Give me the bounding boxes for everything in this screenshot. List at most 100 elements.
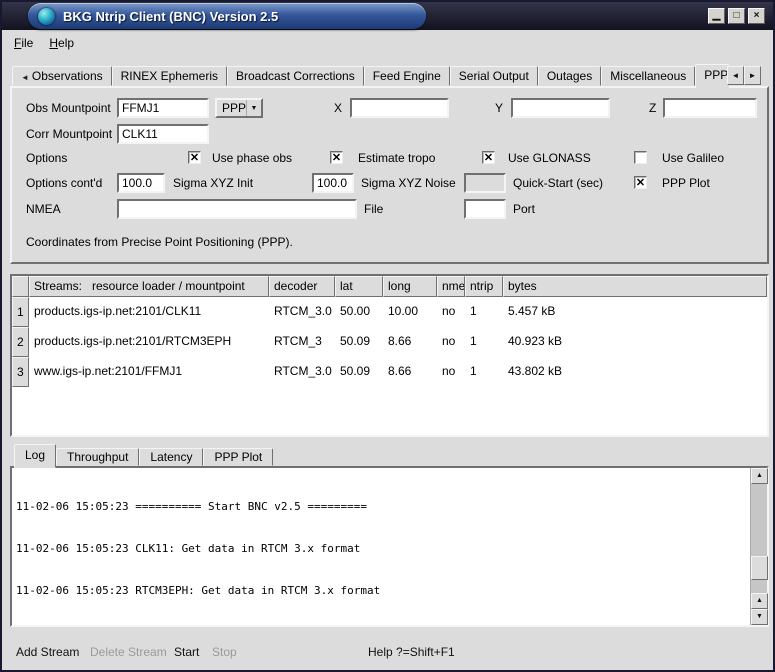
nmea-file-input[interactable] (117, 199, 357, 219)
tab-broadcast-corrections[interactable]: Broadcast Corrections (227, 66, 364, 86)
y-input[interactable] (511, 98, 610, 118)
cell-long: 10.00 (383, 297, 437, 327)
maximize-button[interactable]: □ (728, 8, 745, 24)
menu-help[interactable]: Help (41, 33, 82, 53)
obs-mountpoint-label: Obs Mountpoint (26, 98, 111, 118)
tab-overflow-left-icon: ◄ (21, 73, 29, 82)
use-galileo-checkbox[interactable] (634, 151, 647, 164)
start-button[interactable]: Start (174, 642, 199, 662)
cell-decoder: RTCM_3.0 (269, 297, 335, 327)
header-ntrip[interactable]: ntrip (465, 276, 503, 297)
tab-label: Serial Output (459, 69, 529, 83)
cell-ntrip: 1 (465, 327, 503, 357)
delete-stream-button[interactable]: Delete Stream (90, 642, 167, 662)
tab-log[interactable]: Log (14, 444, 56, 468)
header-decoder[interactable]: decoder (269, 276, 335, 297)
close-button[interactable]: × (748, 8, 765, 24)
row-number: 1 (12, 297, 29, 327)
minimize-button[interactable]: ▁ (708, 8, 725, 24)
stream-row[interactable]: 1 products.igs-ip.net:2101/CLK11 RTCM_3.… (12, 297, 767, 327)
ppp-mode-select[interactable]: PPP ▼ (215, 98, 263, 118)
corr-mountpoint-input[interactable] (117, 124, 209, 144)
estimate-tropo-label: Estimate tropo (358, 148, 435, 168)
header-nmea[interactable]: nmea (437, 276, 465, 297)
app-globe-icon (38, 8, 55, 25)
streams-table: Streams: resource loader / mountpoint de… (10, 274, 769, 437)
log-line: 11-02-06 15:05:23 RTCM3EPH: Get data in … (16, 584, 747, 598)
header-lat[interactable]: lat (335, 276, 383, 297)
header-bytes[interactable]: bytes (503, 276, 767, 297)
nmea-label: NMEA (26, 199, 61, 219)
use-galileo-label: Use Galileo (662, 148, 724, 168)
tab-throughput[interactable]: Throughput (56, 448, 139, 466)
sigma-xyz-noise-input[interactable] (312, 173, 354, 193)
combo-arrow-icon: ▼ (246, 100, 261, 116)
tab-label: Feed Engine (373, 69, 441, 83)
estimate-tropo-checkbox[interactable]: ✕ (330, 151, 343, 164)
corr-mountpoint-label: Corr Mountpoint (26, 124, 112, 144)
x-input[interactable] (350, 98, 449, 118)
tab-latency[interactable]: Latency (139, 448, 203, 466)
z-input[interactable] (663, 98, 757, 118)
sigma-xyz-init-input[interactable] (117, 173, 165, 193)
tab-scroll-left-icon[interactable]: ◄ (727, 66, 744, 85)
log-scrollbar[interactable]: ▲ ▲ ▼ (750, 468, 767, 625)
use-phase-obs-checkbox[interactable]: ✕ (188, 151, 201, 164)
cell-lat: 50.09 (335, 357, 383, 387)
tab-rinex-ephemeris[interactable]: RINEX Ephemeris (112, 66, 227, 86)
add-stream-button[interactable]: Add Stream (16, 642, 79, 662)
stream-row[interactable]: 3 www.igs-ip.net:2101/FFMJ1 RTCM_3.0 50.… (12, 357, 767, 387)
tab-label: Latency (150, 450, 192, 464)
row-number: 3 (12, 357, 29, 387)
cell-mountpoint: www.igs-ip.net:2101/FFMJ1 (29, 357, 269, 387)
help-shortcut-label: Help ?=Shift+F1 (368, 642, 455, 662)
cell-lat: 50.09 (335, 327, 383, 357)
scroll-up-icon[interactable]: ▲ (751, 468, 768, 484)
tab-ppp[interactable]: PPP (1) (695, 64, 729, 88)
quick-start-input[interactable] (464, 173, 506, 193)
cell-long: 8.66 (383, 327, 437, 357)
cell-nmea: no (437, 297, 465, 327)
cell-long: 8.66 (383, 357, 437, 387)
tab-miscellaneous[interactable]: Miscellaneous (601, 66, 695, 86)
tab-outages[interactable]: Outages (538, 66, 601, 86)
ppp-mode-value: PPP (217, 101, 246, 115)
cell-mountpoint: products.igs-ip.net:2101/CLK11 (29, 297, 269, 327)
use-glonass-checkbox[interactable]: ✕ (482, 151, 495, 164)
window-title: BKG Ntrip Client (BNC) Version 2.5 (63, 9, 278, 24)
stop-button[interactable]: Stop (212, 642, 237, 662)
tab-label: PPP Plot (214, 450, 262, 464)
ppp-plot-checkbox[interactable]: ✕ (634, 176, 647, 189)
tab-serial-output[interactable]: Serial Output (450, 66, 538, 86)
scroll-up-icon[interactable]: ▲ (751, 593, 768, 609)
cell-bytes: 5.457 kB (503, 297, 767, 327)
obs-mountpoint-input[interactable] (117, 98, 209, 118)
cell-bytes: 43.802 kB (503, 357, 767, 387)
tab-feed-engine[interactable]: Feed Engine (364, 66, 450, 86)
cell-mountpoint: products.igs-ip.net:2101/RTCM3EPH (29, 327, 269, 357)
output-tabbar: Log Throughput Latency PPP Plot (14, 442, 273, 468)
cell-ntrip: 1 (465, 357, 503, 387)
stream-row[interactable]: 2 products.igs-ip.net:2101/RTCM3EPH RTCM… (12, 327, 767, 357)
nmea-port-input[interactable] (464, 199, 506, 219)
header-corner-cell (12, 276, 29, 297)
use-phase-obs-label: Use phase obs (212, 148, 292, 168)
tab-scrollers: ◄ ► (727, 66, 761, 85)
log-view[interactable]: 11-02-06 15:05:23 ========== Start BNC v… (10, 466, 769, 627)
streams-header-row: Streams: resource loader / mountpoint de… (12, 276, 767, 297)
header-long[interactable]: long (383, 276, 437, 297)
settings-tabbar: ◄Observations RINEX Ephemeris Broadcast … (12, 62, 729, 90)
tab-observations[interactable]: ◄Observations (12, 66, 112, 86)
tab-ppp-plot[interactable]: PPP Plot (203, 448, 273, 466)
log-lines: 11-02-06 15:05:23 ========== Start BNC v… (16, 472, 747, 623)
x-label: X (334, 98, 342, 118)
row-number: 2 (12, 327, 29, 357)
header-mountpoint[interactable]: Streams: resource loader / mountpoint (29, 276, 269, 297)
scroll-down-icon[interactable]: ▼ (751, 609, 768, 625)
menu-file[interactable]: File (6, 33, 41, 53)
scrollbar-thumb[interactable] (751, 556, 768, 580)
tab-scroll-right-icon[interactable]: ► (744, 66, 761, 85)
titlebar[interactable]: BKG Ntrip Client (BNC) Version 2.5 ▁ □ × (2, 2, 773, 30)
y-label: Y (495, 98, 503, 118)
options-label: Options (26, 148, 67, 168)
